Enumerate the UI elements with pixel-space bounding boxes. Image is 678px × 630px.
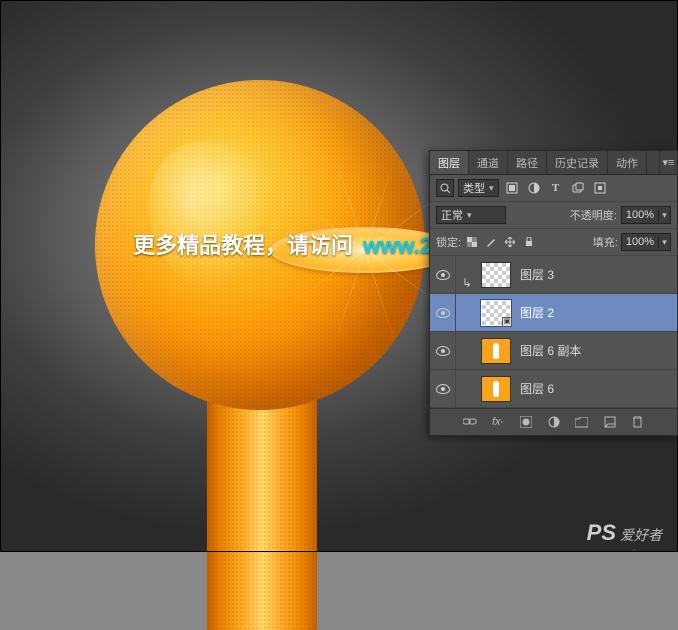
lock-label: 锁定: bbox=[436, 234, 461, 250]
link-layers-icon[interactable] bbox=[461, 414, 479, 430]
smart-object-badge-icon: ▣ bbox=[502, 317, 512, 327]
layer-row[interactable]: ▣ 图层 2 bbox=[430, 294, 677, 332]
fill-value: 100% bbox=[622, 236, 658, 248]
chevron-down-icon: ▾ bbox=[467, 210, 472, 221]
layer-name-label[interactable]: 图层 6 副本 bbox=[520, 342, 581, 359]
filter-kind-select[interactable]: 类型 ▾ bbox=[458, 179, 499, 197]
clip-indicator: ↳ bbox=[456, 256, 478, 293]
tab-channels[interactable]: 通道 bbox=[469, 151, 508, 174]
layer-name-label[interactable]: 图层 2 bbox=[520, 304, 554, 321]
lock-position-icon[interactable] bbox=[502, 234, 518, 250]
layers-panel-footer: fx▫ bbox=[430, 408, 677, 435]
filter-search-icon[interactable] bbox=[436, 179, 454, 197]
tab-paths[interactable]: 路径 bbox=[508, 151, 547, 174]
filter-pixel-icon[interactable] bbox=[503, 179, 521, 197]
artwork-orange-bulb bbox=[95, 80, 425, 580]
chevron-down-icon: ▾ bbox=[489, 183, 494, 194]
fill-input[interactable]: 100% ▾ bbox=[621, 233, 671, 251]
eye-icon bbox=[436, 384, 450, 394]
watermark-logo: PS爱好者 bbox=[587, 520, 662, 546]
tab-history[interactable]: 历史记录 bbox=[547, 151, 608, 174]
layer-thumbnail[interactable] bbox=[481, 376, 511, 402]
filter-kind-label: 类型 bbox=[463, 180, 485, 196]
lock-all-icon[interactable] bbox=[521, 234, 537, 250]
layer-thumbnail[interactable] bbox=[481, 262, 511, 288]
visibility-toggle[interactable] bbox=[430, 370, 456, 407]
fx-icon[interactable]: fx▫ bbox=[489, 414, 507, 430]
watermark-suffix: 爱好者 bbox=[620, 527, 662, 543]
filter-adjust-icon[interactable] bbox=[525, 179, 543, 197]
promo-text-zh: 更多精品教程，请访问 bbox=[133, 233, 353, 258]
filter-shape-icon[interactable] bbox=[569, 179, 587, 197]
filter-row: 类型 ▾ T bbox=[430, 175, 677, 202]
tab-layers[interactable]: 图层 bbox=[430, 151, 469, 174]
blend-opacity-row: 正常 ▾ 不透明度: 100% ▾ bbox=[430, 202, 677, 229]
layers-panel: 图层 通道 路径 历史记录 动作 ▾≡ 类型 ▾ T 正常 ▾ 不透明度: 10… bbox=[429, 150, 678, 436]
chevron-down-icon[interactable]: ▾ bbox=[658, 237, 670, 248]
layer-name-label[interactable]: 图层 6 bbox=[520, 380, 554, 397]
lock-transparent-icon[interactable] bbox=[464, 234, 480, 250]
blend-mode-value: 正常 bbox=[441, 207, 463, 223]
eye-icon bbox=[436, 346, 450, 356]
layer-name-label[interactable]: 图层 3 bbox=[520, 266, 554, 283]
visibility-toggle[interactable] bbox=[430, 256, 456, 293]
fill-label: 填充: bbox=[593, 234, 618, 250]
lock-pixels-icon[interactable] bbox=[483, 234, 499, 250]
watermark-prefix: PS bbox=[587, 520, 616, 545]
lock-fill-row: 锁定: 填充: 100% ▾ bbox=[430, 229, 677, 256]
chevron-down-icon[interactable]: ▾ bbox=[658, 210, 670, 221]
adjustment-layer-icon[interactable] bbox=[545, 414, 563, 430]
layer-thumbnail[interactable] bbox=[481, 338, 511, 364]
clip-arrow-icon: ↳ bbox=[462, 276, 472, 290]
opacity-value: 100% bbox=[622, 209, 658, 221]
layer-row[interactable]: 图层 6 副本 bbox=[430, 332, 677, 370]
filter-type-icon[interactable]: T bbox=[547, 179, 565, 197]
eye-icon bbox=[436, 270, 450, 280]
filter-smart-icon[interactable] bbox=[591, 179, 609, 197]
new-layer-icon[interactable] bbox=[601, 414, 619, 430]
layer-row[interactable]: ↳ 图层 3 bbox=[430, 256, 677, 294]
panel-tab-strip: 图层 通道 路径 历史记录 动作 ▾≡ bbox=[430, 151, 677, 175]
group-icon[interactable] bbox=[573, 414, 591, 430]
watermark-url: www.psahz.com bbox=[597, 548, 662, 558]
blend-mode-select[interactable]: 正常 ▾ bbox=[436, 206, 506, 224]
eye-icon bbox=[436, 308, 450, 318]
mask-icon[interactable] bbox=[517, 414, 535, 430]
opacity-input[interactable]: 100% ▾ bbox=[621, 206, 671, 224]
layers-list: ↳ 图层 3 ▣ 图层 2 图层 6 副本 图层 6 bbox=[430, 256, 677, 408]
tab-actions[interactable]: 动作 bbox=[608, 151, 647, 174]
visibility-toggle[interactable] bbox=[430, 294, 456, 331]
panel-menu-icon[interactable]: ▾≡ bbox=[659, 151, 677, 174]
layer-thumbnail[interactable]: ▣ bbox=[481, 300, 511, 326]
trash-icon[interactable] bbox=[629, 414, 647, 430]
opacity-label: 不透明度: bbox=[570, 207, 617, 223]
layer-row[interactable]: 图层 6 bbox=[430, 370, 677, 408]
visibility-toggle[interactable] bbox=[430, 332, 456, 369]
